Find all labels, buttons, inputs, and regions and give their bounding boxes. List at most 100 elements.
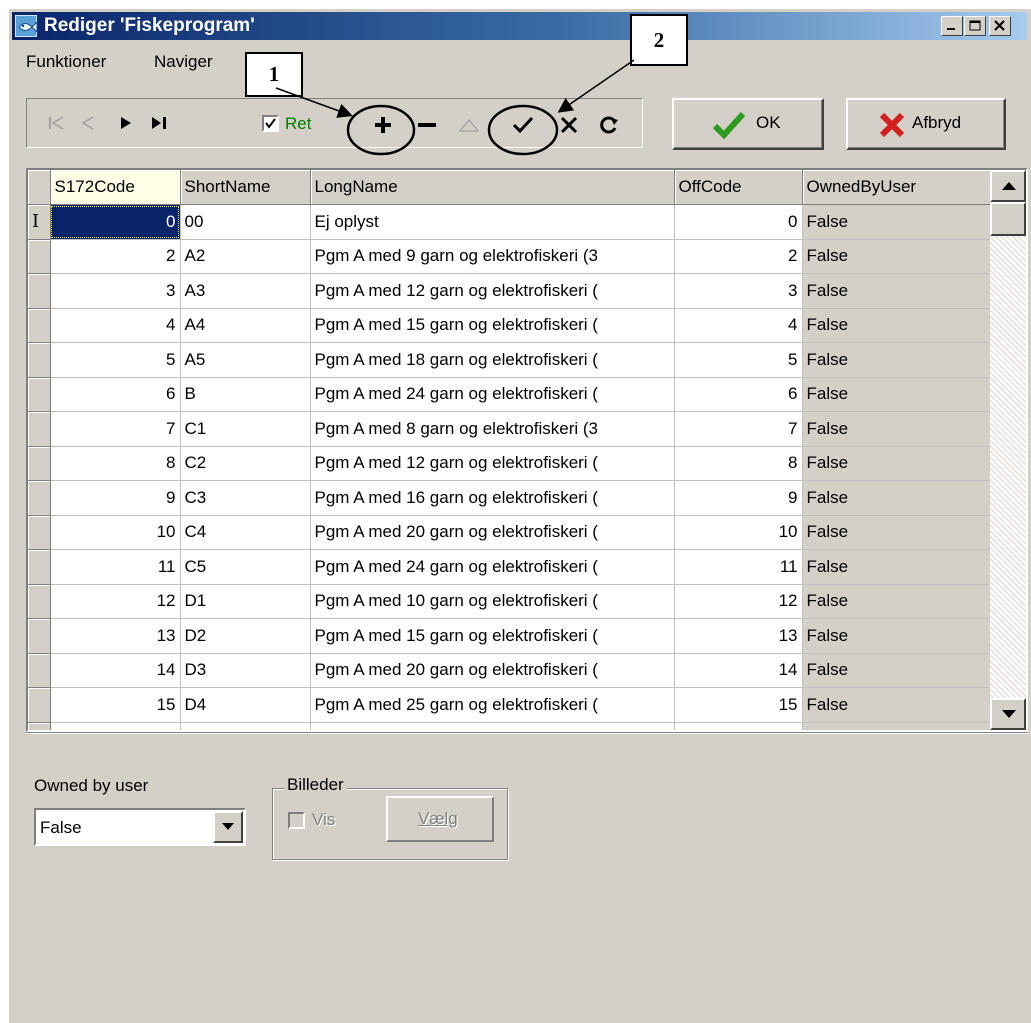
longname-cell[interactable]: Ej oplyst bbox=[310, 204, 675, 240]
owned-by-user-select[interactable]: False bbox=[34, 808, 246, 846]
longname-cell[interactable]: Pgm A med 20 garn og elektrofiskeri ( bbox=[310, 515, 675, 550]
ownedbyuser-cell[interactable]: False bbox=[802, 204, 991, 240]
longname-cell[interactable]: Pgm A med 16 garn og elektrofiskeri ( bbox=[310, 480, 675, 516]
longname-cell[interactable]: Pgm A med 24 garn og elektrofiskeri ( bbox=[310, 549, 675, 585]
offcode-cell[interactable]: 6 bbox=[674, 377, 803, 412]
delete-minus-icon[interactable] bbox=[414, 112, 440, 138]
column-header-longname[interactable]: LongName bbox=[310, 170, 675, 205]
longname-cell[interactable]: Pgm A med 30 garn og elektrofiskeri ( bbox=[310, 722, 675, 730]
offcode-cell[interactable]: 0 bbox=[674, 204, 803, 240]
s172code-cell[interactable]: 0 bbox=[50, 204, 181, 240]
s172code-cell[interactable]: 4 bbox=[50, 308, 181, 343]
column-header-offcode[interactable]: OffCode bbox=[674, 170, 803, 205]
prior-record-icon[interactable] bbox=[76, 110, 102, 136]
row-indicator[interactable] bbox=[28, 411, 51, 447]
shortname-cell[interactable]: D1 bbox=[180, 584, 311, 619]
post-check-icon[interactable] bbox=[510, 112, 536, 138]
s172code-cell[interactable]: 11 bbox=[50, 549, 181, 585]
table-row[interactable]: 8 C2 Pgm A med 12 garn og elektrofiskeri (… bbox=[28, 446, 991, 481]
column-header-s172code[interactable]: S172Code bbox=[50, 170, 181, 205]
s172code-cell[interactable]: 14 bbox=[50, 653, 181, 688]
ownedbyuser-cell[interactable]: False bbox=[802, 342, 991, 378]
table-row[interactable]: 14 D3 Pgm A med 20 garn og elektrofiskeri … bbox=[28, 653, 991, 688]
ownedbyuser-cell[interactable]: False bbox=[802, 377, 991, 412]
shortname-cell[interactable]: C5 bbox=[180, 549, 311, 585]
table-row[interactable]: I 0 00 Ej oplyst 0 False bbox=[28, 204, 991, 240]
table-row[interactable]: 7 C1 Pgm A med 8 garn og elektrofiskeri (3… bbox=[28, 411, 991, 447]
row-indicator[interactable] bbox=[28, 377, 51, 412]
offcode-cell[interactable]: 12 bbox=[674, 584, 803, 619]
row-indicator[interactable]: I bbox=[28, 204, 51, 240]
column-header-ownedbyuser[interactable]: OwnedByUser bbox=[802, 170, 991, 205]
s172code-cell[interactable]: 15 bbox=[50, 687, 181, 723]
vaelg-button[interactable]: Vælg bbox=[386, 796, 494, 842]
longname-cell[interactable]: Pgm A med 24 garn og elektrofiskeri ( bbox=[310, 377, 675, 412]
s172code-cell[interactable]: 5 bbox=[50, 342, 181, 378]
scroll-up-button[interactable] bbox=[990, 170, 1026, 202]
offcode-cell[interactable]: 16 bbox=[674, 722, 803, 730]
dropdown-button[interactable] bbox=[213, 811, 243, 843]
shortname-cell[interactable]: C4 bbox=[180, 515, 311, 550]
s172code-cell[interactable]: 10 bbox=[50, 515, 181, 550]
menu-funktioner[interactable]: Funktioner bbox=[26, 52, 106, 72]
last-record-icon[interactable] bbox=[146, 110, 172, 136]
shortname-cell[interactable]: D2 bbox=[180, 618, 311, 654]
ownedbyuser-cell[interactable]: False bbox=[802, 239, 991, 274]
row-indicator[interactable] bbox=[28, 239, 51, 274]
refresh-icon[interactable] bbox=[596, 112, 622, 138]
shortname-cell[interactable]: A5 bbox=[180, 342, 311, 378]
longname-cell[interactable]: Pgm A med 10 garn og elektrofiskeri ( bbox=[310, 584, 675, 619]
column-header-shortname[interactable]: ShortName bbox=[180, 170, 311, 205]
ownedbyuser-cell[interactable]: False bbox=[802, 411, 991, 447]
row-indicator[interactable] bbox=[28, 549, 51, 585]
shortname-cell[interactable]: C1 bbox=[180, 411, 311, 447]
scroll-thumb[interactable] bbox=[990, 202, 1026, 236]
menu-naviger[interactable]: Naviger bbox=[154, 52, 213, 72]
table-row[interactable]: 6 B Pgm A med 24 garn og elektrofiskeri (6… bbox=[28, 377, 991, 412]
row-indicator[interactable] bbox=[28, 653, 51, 688]
offcode-cell[interactable]: 10 bbox=[674, 515, 803, 550]
offcode-cell[interactable]: 13 bbox=[674, 618, 803, 654]
shortname-cell[interactable]: B bbox=[180, 377, 311, 412]
edit-triangle-icon[interactable] bbox=[456, 112, 482, 138]
longname-cell[interactable]: Pgm A med 15 garn og elektrofiskeri ( bbox=[310, 308, 675, 343]
ownedbyuser-cell[interactable]: False bbox=[802, 584, 991, 619]
ownedbyuser-cell[interactable]: False bbox=[802, 480, 991, 516]
s172code-cell[interactable]: 12 bbox=[50, 584, 181, 619]
row-indicator[interactable] bbox=[28, 308, 51, 343]
row-indicator[interactable] bbox=[28, 446, 51, 481]
offcode-cell[interactable]: 11 bbox=[674, 549, 803, 585]
offcode-cell[interactable]: 4 bbox=[674, 308, 803, 343]
vis-checkbox[interactable] bbox=[288, 812, 305, 829]
offcode-cell[interactable]: 8 bbox=[674, 446, 803, 481]
close-button[interactable] bbox=[989, 16, 1011, 36]
table-row[interactable]: 3 A3 Pgm A med 12 garn og elektrofiskeri (… bbox=[28, 273, 991, 309]
table-row[interactable]: 4 A4 Pgm A med 15 garn og elektrofiskeri (… bbox=[28, 308, 991, 343]
ownedbyuser-cell[interactable]: False bbox=[802, 722, 991, 730]
shortname-cell[interactable]: D3 bbox=[180, 653, 311, 688]
row-indicator[interactable] bbox=[28, 722, 51, 730]
s172code-cell[interactable]: 2 bbox=[50, 239, 181, 274]
longname-cell[interactable]: Pgm A med 15 garn og elektrofiskeri ( bbox=[310, 618, 675, 654]
table-row[interactable]: 2 A2 Pgm A med 9 garn og elektrofiskeri (3… bbox=[28, 239, 991, 274]
row-indicator[interactable] bbox=[28, 687, 51, 723]
ownedbyuser-cell[interactable]: False bbox=[802, 273, 991, 309]
ownedbyuser-cell[interactable]: False bbox=[802, 549, 991, 585]
table-row[interactable]: 12 D1 Pgm A med 10 garn og elektrofiskeri … bbox=[28, 584, 991, 619]
maximize-button[interactable] bbox=[964, 16, 986, 36]
ownedbyuser-cell[interactable]: False bbox=[802, 515, 991, 550]
offcode-cell[interactable]: 3 bbox=[674, 273, 803, 309]
data-grid[interactable]: S172Code ShortName LongName OffCode Owne… bbox=[26, 168, 1028, 732]
s172code-cell[interactable]: 7 bbox=[50, 411, 181, 447]
row-indicator[interactable] bbox=[28, 273, 51, 309]
longname-cell[interactable]: Pgm A med 25 garn og elektrofiskeri ( bbox=[310, 687, 675, 723]
cancel-button[interactable]: Afbryd bbox=[846, 98, 1006, 150]
shortname-cell[interactable]: C3 bbox=[180, 480, 311, 516]
scroll-down-button[interactable] bbox=[990, 698, 1026, 730]
table-row[interactable]: 16D5Pgm A med 30 garn og elektrofiskeri … bbox=[28, 722, 991, 730]
table-row[interactable]: 11 C5 Pgm A med 24 garn og elektrofiskeri … bbox=[28, 549, 991, 585]
longname-cell[interactable]: Pgm A med 18 garn og elektrofiskeri ( bbox=[310, 342, 675, 378]
cancel-x-icon[interactable] bbox=[556, 112, 582, 138]
minimize-button[interactable] bbox=[941, 16, 963, 36]
insert-plus-icon[interactable] bbox=[370, 112, 396, 138]
